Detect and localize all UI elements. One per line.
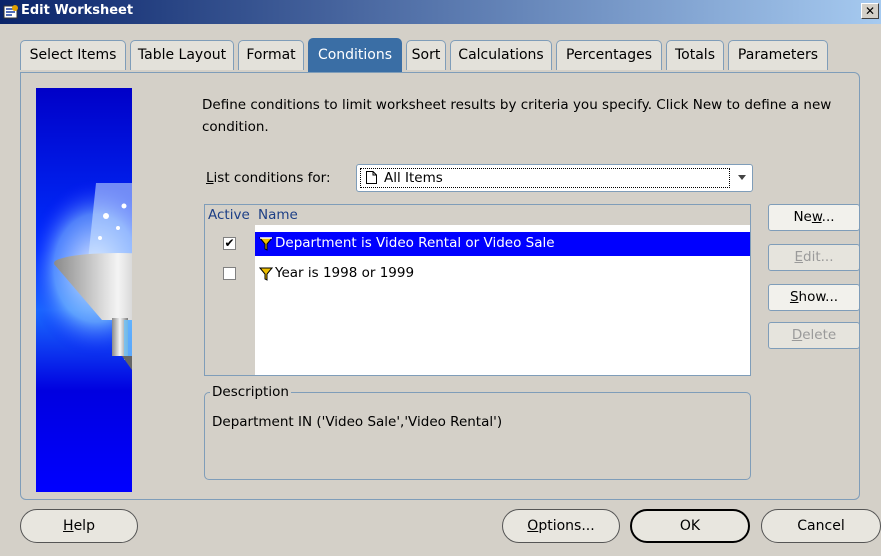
dropdown-focus-rect: All Items: [360, 168, 730, 188]
list-conditions-label: List conditions for:: [206, 170, 331, 186]
active-checkbox[interactable]: [223, 267, 236, 280]
show-label-post: how...: [798, 289, 839, 305]
intro-text: Define conditions to limit worksheet res…: [202, 97, 832, 135]
new-button[interactable]: New...: [768, 204, 860, 231]
options-label-mnemonic: O: [527, 518, 539, 534]
chevron-down-icon: [738, 175, 746, 180]
window-title: Edit Worksheet: [21, 3, 134, 18]
tab-select-items[interactable]: Select Items: [20, 40, 126, 70]
close-icon: ✕: [864, 4, 876, 18]
new-label-post: ...: [821, 209, 835, 225]
ok-button[interactable]: OK: [630, 509, 750, 543]
table-row[interactable]: Year is 1998 or 1999: [205, 262, 750, 286]
delete-button[interactable]: Delete: [768, 322, 860, 349]
delete-label-post: elete: [802, 327, 837, 343]
help-label-post: elp: [73, 518, 95, 534]
table-header: Active Name: [205, 205, 750, 225]
conditions-table: Active Name ✔ Department is Video Rental…: [204, 204, 751, 376]
tab-format[interactable]: Format: [238, 40, 304, 70]
label-mnemonic: L: [206, 170, 214, 186]
label-rest: ist conditions for:: [213, 170, 331, 186]
filter-icon: [259, 237, 273, 251]
description-group: [204, 392, 751, 480]
header-active[interactable]: Active: [208, 207, 250, 223]
delete-label-mnemonic: D: [791, 327, 803, 343]
tab-percentages[interactable]: Percentages: [556, 40, 662, 70]
table-row[interactable]: ✔ Department is Video Rental or Video Sa…: [205, 232, 750, 256]
edit-label-mnemonic: E: [794, 249, 804, 265]
description-legend: Description: [210, 384, 291, 400]
ok-label: OK: [679, 518, 701, 534]
tab-calculations[interactable]: Calculations: [450, 40, 552, 70]
tab-sort[interactable]: Sort: [406, 40, 446, 70]
help-button[interactable]: Help: [20, 509, 138, 543]
options-label-post: ptions...: [538, 518, 595, 534]
dropdown-value: All Items: [384, 170, 443, 186]
edit-label-post: dit...: [803, 249, 834, 265]
funnel-illustration: [36, 88, 132, 492]
condition-name: Year is 1998 or 1999: [275, 265, 415, 281]
list-conditions-dropdown[interactable]: All Items: [356, 164, 753, 192]
show-label-mnemonic: S: [789, 289, 799, 305]
active-checkbox[interactable]: ✔: [223, 237, 236, 250]
document-icon: [366, 171, 377, 184]
show-button[interactable]: Show...: [768, 284, 860, 311]
title-bar: Edit Worksheet ✕: [0, 0, 881, 24]
new-label-pre: Ne: [793, 209, 812, 225]
tab-parameters[interactable]: Parameters: [728, 40, 828, 70]
filter-icon: [259, 267, 273, 281]
cancel-label: Cancel: [797, 518, 845, 534]
tab-table-layout[interactable]: Table Layout: [130, 40, 234, 70]
help-label-mnemonic: H: [63, 518, 74, 534]
app-icon: [3, 5, 18, 19]
description-text: Department IN ('Video Sale','Video Renta…: [212, 414, 503, 430]
new-label-mnemonic: w: [811, 209, 822, 225]
funnel-icon: [36, 178, 132, 370]
options-button[interactable]: Options...: [502, 509, 620, 543]
header-name[interactable]: Name: [258, 207, 298, 223]
tab-totals[interactable]: Totals: [666, 40, 724, 70]
close-button[interactable]: ✕: [861, 3, 879, 19]
cancel-button[interactable]: Cancel: [761, 509, 881, 543]
edit-button[interactable]: Edit...: [768, 244, 860, 271]
condition-name: Department is Video Rental or Video Sale: [275, 235, 555, 251]
tab-conditions[interactable]: Conditions: [308, 38, 402, 72]
